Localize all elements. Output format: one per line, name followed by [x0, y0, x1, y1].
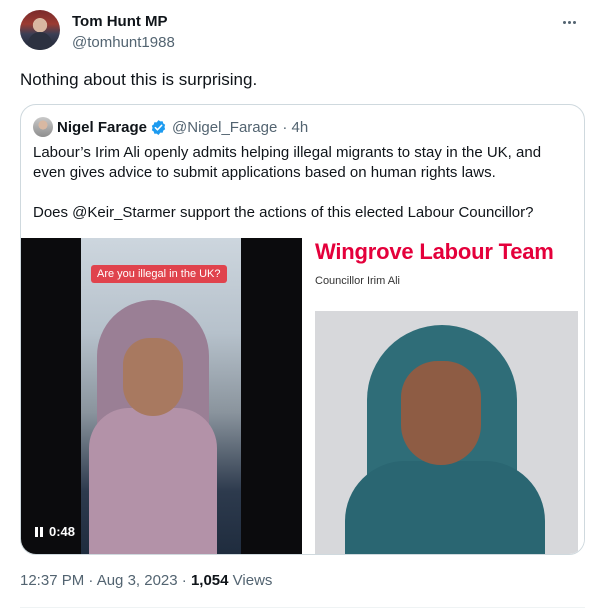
- image-caption: Councillor Irim Ali: [315, 275, 400, 287]
- video-duration: 0:48: [49, 524, 76, 539]
- author-handle[interactable]: @tomhunt1988: [72, 33, 175, 53]
- quote-paragraph: Labour’s Irim Ali openly admits helping …: [33, 144, 542, 181]
- video-overlay-caption: Are you illegal in the UK?: [91, 265, 227, 283]
- image-title: Wingrove Labour Team: [315, 239, 554, 264]
- quote-author-handle[interactable]: @Nigel_Farage: [172, 119, 277, 136]
- tweet: Tom Hunt MP @tomhunt1988 Nothing about t…: [0, 0, 599, 613]
- views-label: Views: [228, 572, 273, 589]
- author-info: Tom Hunt MP @tomhunt1988: [72, 12, 175, 53]
- quoted-tweet[interactable]: Nigel Farage @Nigel_Farage · 4h Labour’s…: [20, 104, 585, 555]
- quote-media: Are you illegal in the UK? 0:48 Wingrove…: [21, 238, 584, 554]
- author-display-name[interactable]: Tom Hunt MP: [72, 12, 175, 32]
- verified-badge-icon: [151, 119, 166, 135]
- more-dot-icon: [572, 20, 576, 24]
- tweet-text: Nothing about this is surprising.: [20, 70, 258, 89]
- quote-header: Nigel Farage @Nigel_Farage · 4h: [33, 117, 308, 137]
- councillor-portrait: [315, 311, 578, 554]
- more-dot-icon: [562, 20, 566, 24]
- quote-paragraph: Does @Keir_Starmer support the actions o…: [33, 204, 534, 221]
- quote-body: Labour’s Irim Ali openly admits helping …: [33, 143, 573, 223]
- avatar[interactable]: [20, 10, 60, 50]
- more-options-button[interactable]: [557, 12, 581, 32]
- views-count: 1,054: [190, 572, 229, 589]
- quote-author-name[interactable]: Nigel Farage: [57, 119, 147, 136]
- divider: [20, 607, 585, 608]
- video-player[interactable]: Are you illegal in the UK? 0:48: [21, 238, 302, 554]
- pause-icon: [35, 526, 43, 537]
- quote-avatar[interactable]: [33, 117, 53, 137]
- quote-time: · 4h: [282, 118, 309, 136]
- video-frame: [81, 238, 241, 554]
- tweet-timestamp[interactable]: 12:37 PM · Aug 3, 2023 ·: [20, 572, 191, 589]
- image-attachment[interactable]: Wingrove Labour Team Councillor Irim Ali: [303, 238, 584, 554]
- more-dot-icon: [567, 20, 571, 24]
- tweet-meta: 12:37 PM · Aug 3, 2023 · 1,054 Views: [20, 571, 272, 591]
- video-pause-control[interactable]: 0:48: [35, 524, 75, 539]
